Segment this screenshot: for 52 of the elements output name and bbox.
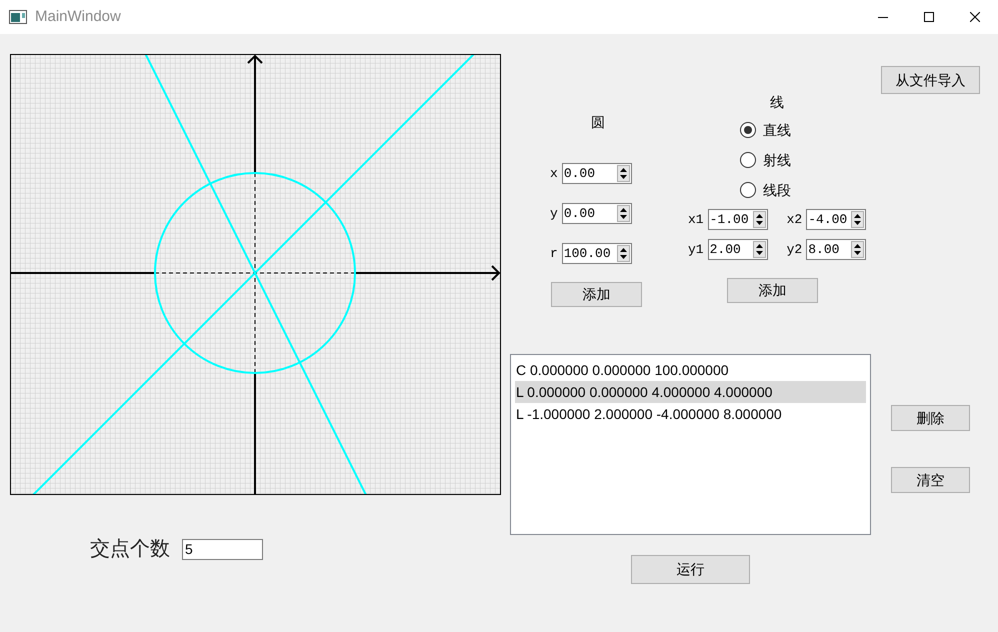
spin-box[interactable]: -1.00 [708,209,768,230]
push-button[interactable]: 清空 [891,467,970,493]
field-label: r [550,244,558,263]
spin-box[interactable]: 100.00 [562,243,632,264]
radio-indicator-icon[interactable] [740,182,756,198]
field-label: y2 [786,240,802,259]
spin-input[interactable]: 100.00 [562,244,617,263]
spin-input[interactable]: -4.00 [807,210,852,229]
spin-arrows-icon[interactable] [616,205,630,222]
spin-input[interactable]: 0.00 [562,164,617,183]
spin-input[interactable]: 8.00 [807,240,852,259]
push-button[interactable]: 从文件导入 [881,66,980,94]
spin-box[interactable]: 2.00 [708,239,768,260]
circle-group-title: 圆 [591,113,606,132]
spin-arrows-icon[interactable] [616,165,630,182]
radio-button[interactable]: 直线 [740,120,841,140]
minimize-icon [878,16,888,18]
field-label: y [550,204,558,223]
list-item[interactable]: L -1.000000 2.000000 -4.000000 8.000000 [515,403,866,425]
field-label: x1 [688,210,704,229]
line-group-title: 线 [770,93,785,112]
maximize-icon [924,12,934,22]
spin-box[interactable]: -4.00 [806,209,866,230]
spin-arrows-icon[interactable] [851,211,864,228]
spin-arrows-icon[interactable] [616,245,630,262]
window-title: MainWindow [35,6,121,27]
field-label: y1 [688,240,704,259]
field-label: x [550,164,558,183]
spin-input[interactable]: 0.00 [562,204,617,223]
count-label: 交点个数 [90,537,170,562]
spin-box[interactable]: 8.00 [806,239,866,260]
radio-button[interactable]: 线段 [740,180,841,200]
app-window-icon [9,10,27,24]
spin-arrows-icon[interactable] [851,241,864,258]
field-label: x2 [786,210,802,229]
list-item[interactable]: C 0.000000 0.000000 100.000000 [515,359,866,381]
push-button[interactable]: 添加 [551,282,642,307]
spin-box[interactable]: 0.00 [562,163,632,184]
spin-arrows-icon[interactable] [752,211,766,228]
list-item[interactable]: L 0.000000 0.000000 4.000000 4.000000 [515,381,866,403]
close-icon [970,12,980,22]
spin-box[interactable]: 0.00 [562,203,632,224]
spin-arrows-icon[interactable] [752,241,766,258]
push-button[interactable]: 删除 [891,405,970,431]
spin-input[interactable]: -1.00 [708,210,753,229]
push-button[interactable]: 添加 [727,278,818,303]
radio-indicator-icon[interactable] [740,122,756,138]
spin-input[interactable]: 2.00 [708,240,753,259]
push-button[interactable]: 运行 [631,555,750,584]
radio-indicator-icon[interactable] [740,152,756,168]
radio-button[interactable]: 射线 [740,150,841,170]
count-field[interactable]: 5 [182,538,263,560]
